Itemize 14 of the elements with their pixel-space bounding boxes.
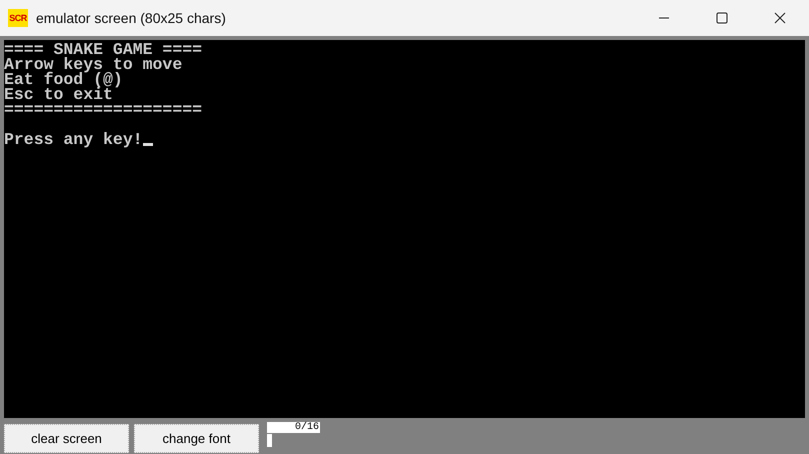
toolbar-button[interactable]: clear screen	[4, 424, 129, 453]
terminal-line: Eat food (@)	[4, 72, 123, 87]
indicator-bar	[267, 434, 272, 447]
terminal-line: ==== SNAKE GAME ====	[4, 42, 202, 57]
window-title: emulator screen (80x25 chars)	[36, 10, 226, 26]
close-icon	[774, 12, 786, 24]
app-logo: SCR	[8, 9, 28, 27]
toolbar-button[interactable]: change font	[134, 424, 259, 453]
terminal-line: Esc to exit	[4, 87, 113, 102]
terminal-line: ====================	[4, 102, 202, 117]
maximize-icon	[716, 12, 728, 24]
terminal-line: Press any key!	[4, 132, 143, 147]
counter-display: 0/16	[267, 422, 320, 433]
terminal-line: Arrow keys to move	[4, 57, 182, 72]
